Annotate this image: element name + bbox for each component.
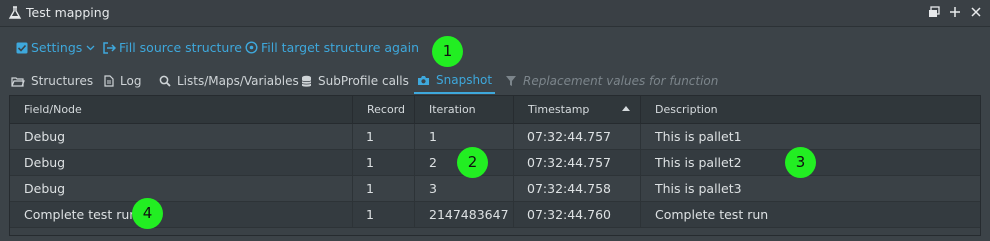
sign-in-icon xyxy=(103,41,116,54)
table-row[interactable]: Debug 1 1 07:32:44.757 This is pallet1 xyxy=(10,124,980,150)
column-header-description[interactable]: Description xyxy=(641,96,980,124)
folder-icon xyxy=(11,76,25,87)
toolbar: Settings Fill source structure Fill targ… xyxy=(0,40,990,62)
cell-description: This is pallet1 xyxy=(655,129,742,144)
tab-bar: Structures Log Lists/Maps/Variables SubP… xyxy=(0,68,990,94)
cell-field-node: Debug xyxy=(10,150,353,176)
cell-timestamp: 07:32:44.760 xyxy=(514,202,641,228)
chevron-down-icon xyxy=(86,45,95,50)
column-header-record[interactable]: Record xyxy=(353,96,415,124)
column-header-iteration[interactable]: Iteration xyxy=(415,96,514,124)
cell-iteration: 1 xyxy=(415,124,514,150)
column-header-field-node[interactable]: Field/Node xyxy=(10,96,353,124)
cell-record: 1 xyxy=(353,176,415,202)
tab-snapshot[interactable]: Snapshot xyxy=(414,68,496,94)
tab-label: Log xyxy=(120,74,142,88)
tab-label: Structures xyxy=(31,74,94,88)
cell-field-node: Debug xyxy=(10,124,353,150)
table-header: Field/Node Record Iteration Timestamp De… xyxy=(10,96,980,124)
tab-label: Snapshot xyxy=(436,73,493,87)
cell-record: 1 xyxy=(353,124,415,150)
camera-icon xyxy=(418,75,429,85)
sort-ascending-icon xyxy=(622,106,630,111)
tab-replacement-values: Replacement values for function xyxy=(505,68,718,94)
cell-record: 1 xyxy=(353,150,415,176)
cell-description: This is pallet3 xyxy=(655,181,742,196)
title-bar: Test mapping xyxy=(0,0,990,27)
table-row[interactable]: Debug 1 2 07:32:44.757 This is pallet2 xyxy=(10,150,980,176)
search-icon xyxy=(159,75,171,87)
restore-icon[interactable] xyxy=(926,4,942,20)
checkbox-icon xyxy=(16,42,28,53)
settings-label: Settings xyxy=(31,40,83,55)
tab-lists-maps-variables[interactable]: Lists/Maps/Variables xyxy=(159,68,299,94)
cell-iteration: 3 xyxy=(415,176,514,202)
cell-timestamp: 07:32:44.758 xyxy=(514,176,641,202)
database-icon xyxy=(301,75,312,87)
flask-icon xyxy=(8,6,22,19)
document-icon xyxy=(104,75,114,87)
annotation-badge-1: 1 xyxy=(432,36,463,67)
close-icon[interactable] xyxy=(968,4,984,20)
tab-log[interactable]: Log xyxy=(104,68,141,94)
tab-label: Lists/Maps/Variables xyxy=(177,74,299,88)
annotation-badge-2: 2 xyxy=(457,147,488,178)
annotation-badge-3: 3 xyxy=(785,147,816,178)
filter-icon xyxy=(506,76,516,86)
tab-label: Replacement values for function xyxy=(523,74,719,88)
cell-field-node: Debug xyxy=(10,176,353,202)
window-title: Test mapping xyxy=(26,5,110,20)
cell-timestamp: 07:32:44.757 xyxy=(514,150,641,176)
cell-record: 1 xyxy=(353,202,415,228)
add-icon[interactable] xyxy=(947,4,963,20)
settings-button[interactable]: Settings xyxy=(16,40,98,55)
table-row[interactable]: Debug 1 3 07:32:44.758 This is pallet3 xyxy=(10,176,980,202)
tab-structures[interactable]: Structures xyxy=(11,68,93,94)
cell-description: Complete test run xyxy=(655,207,769,222)
fill-source-label: Fill source structure xyxy=(119,40,242,55)
column-label: Timestamp xyxy=(528,103,590,116)
tab-subprofile-calls[interactable]: SubProfile calls xyxy=(301,68,409,94)
annotation-badge-4: 4 xyxy=(132,198,163,229)
cell-timestamp: 07:32:44.757 xyxy=(514,124,641,150)
tab-label: SubProfile calls xyxy=(318,74,409,88)
column-header-timestamp[interactable]: Timestamp xyxy=(514,96,641,124)
fill-target-structure-button[interactable]: Fill target structure again xyxy=(245,40,419,55)
cell-field-node: Complete test run xyxy=(10,202,353,228)
target-icon xyxy=(245,41,258,54)
cell-iteration: 2147483647 xyxy=(415,202,514,228)
fill-target-label: Fill target structure again xyxy=(261,40,420,55)
fill-source-structure-button[interactable]: Fill source structure xyxy=(102,40,242,55)
